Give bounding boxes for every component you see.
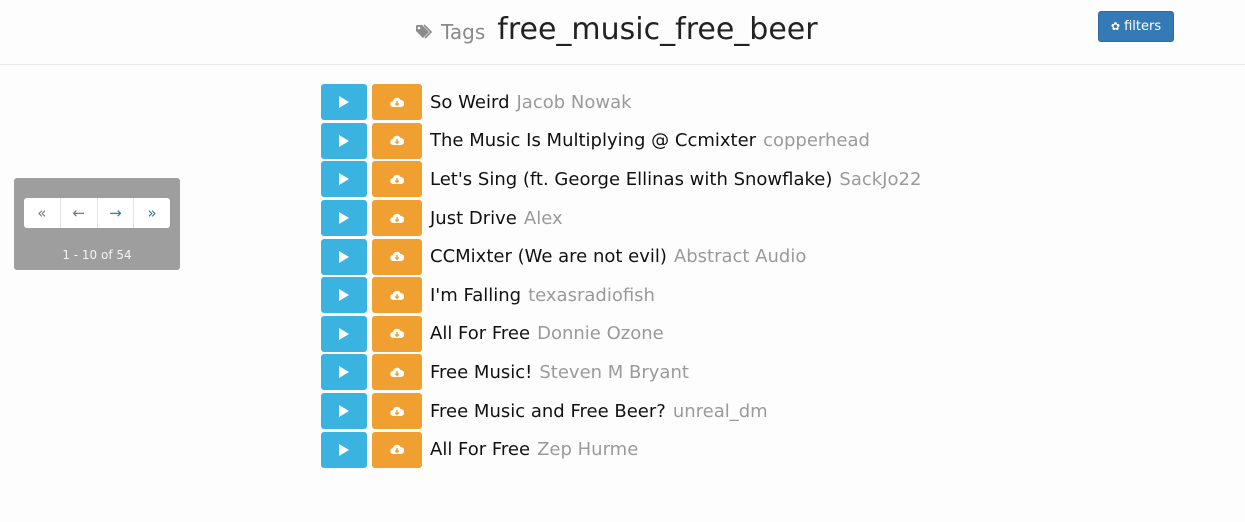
gear-icon: ✿: [1110, 20, 1121, 33]
play-button[interactable]: [321, 393, 367, 430]
play-button[interactable]: [321, 238, 367, 275]
track-artist[interactable]: Abstract Audio: [674, 246, 806, 267]
play-icon: [339, 289, 349, 302]
pagination: « ← → »: [24, 198, 170, 228]
prev-page-button[interactable]: ←: [61, 198, 98, 228]
last-page-button[interactable]: »: [134, 198, 170, 228]
play-button[interactable]: [321, 277, 367, 314]
download-button[interactable]: [372, 122, 422, 159]
play-icon: [339, 212, 349, 225]
download-button[interactable]: [372, 431, 422, 468]
cloud-download-icon: [390, 406, 404, 416]
track-row: So Weird Jacob Nowak: [321, 83, 1201, 122]
track-artist[interactable]: Alex: [524, 208, 563, 229]
cloud-download-icon: [390, 174, 404, 184]
track-row: CCMixter (We are not evil) Abstract Audio: [321, 237, 1201, 276]
play-icon: [339, 443, 349, 456]
track-artist[interactable]: Zep Hurme: [537, 439, 638, 460]
track-artist[interactable]: Jacob Nowak: [517, 92, 632, 113]
track-artist[interactable]: Donnie Ozone: [537, 323, 664, 344]
tag-name: free_music_free_beer: [497, 12, 818, 47]
track-title[interactable]: CCMixter (We are not evil): [430, 246, 667, 267]
track-row: Free Music! Steven M Bryant: [321, 353, 1201, 392]
track-row: All For Free Donnie Ozone: [321, 315, 1201, 354]
download-button[interactable]: [372, 315, 422, 352]
track-artist[interactable]: Steven M Bryant: [539, 362, 689, 383]
track-row: Free Music and Free Beer? unreal_dm: [321, 392, 1201, 431]
download-button[interactable]: [372, 354, 422, 391]
download-button[interactable]: [372, 84, 422, 121]
pagination-count: 1 - 10 of 54: [62, 248, 132, 262]
filters-label: filters: [1124, 19, 1162, 34]
play-icon: [339, 366, 349, 379]
track-artist[interactable]: SackJo22: [839, 169, 921, 190]
cloud-download-icon: [390, 251, 404, 262]
track-title[interactable]: All For Free: [430, 439, 530, 460]
play-icon: [339, 173, 349, 186]
track-title[interactable]: Free Music and Free Beer?: [430, 401, 666, 422]
cloud-download-icon: [390, 97, 404, 107]
cloud-download-icon: [390, 213, 404, 223]
play-button[interactable]: [321, 315, 367, 352]
track-title[interactable]: Free Music!: [430, 362, 532, 383]
tag-icon: [415, 24, 437, 40]
play-button[interactable]: [321, 200, 367, 237]
cloud-download-icon: [390, 290, 404, 300]
track-row: The Music Is Multiplying @ Ccmixter coppe…: [321, 122, 1201, 161]
play-icon: [339, 134, 349, 147]
track-row: All For Free Zep Hurme: [321, 430, 1201, 469]
track-title[interactable]: All For Free: [430, 323, 530, 344]
play-icon: [339, 96, 349, 109]
tags-label: Tags: [441, 20, 486, 44]
play-icon: [339, 405, 349, 418]
download-button[interactable]: [372, 200, 422, 237]
track-title[interactable]: Let's Sing (ft. George Ellinas with Snow…: [430, 169, 832, 190]
cloud-download-icon: [390, 329, 404, 339]
cloud-download-icon: [390, 367, 404, 377]
track-row: I'm Falling texasradiofish: [321, 276, 1201, 315]
track-artist[interactable]: unreal_dm: [673, 401, 768, 422]
play-button[interactable]: [321, 161, 367, 198]
page: Tags free_music_free_beer ✿ filters « ← …: [0, 0, 1245, 522]
play-icon: [339, 327, 349, 340]
filters-button[interactable]: ✿ filters: [1098, 11, 1174, 42]
cloud-download-icon: [390, 136, 404, 146]
first-page-button[interactable]: «: [24, 198, 61, 228]
play-button[interactable]: [321, 431, 367, 468]
pagination-panel: « ← → » 1 - 10 of 54: [14, 178, 180, 270]
track-artist[interactable]: texasradiofish: [528, 285, 655, 306]
cloud-download-icon: [390, 444, 404, 455]
download-button[interactable]: [372, 238, 422, 275]
header: Tags free_music_free_beer ✿ filters: [0, 0, 1245, 65]
download-button[interactable]: [372, 161, 422, 198]
download-button[interactable]: [372, 277, 422, 314]
track-list: So Weird Jacob Nowak The Music Is Multiply…: [321, 83, 1201, 469]
download-button[interactable]: [372, 393, 422, 430]
track-title[interactable]: So Weird: [430, 92, 510, 113]
page-title: Tags free_music_free_beer: [415, 12, 818, 47]
track-title[interactable]: I'm Falling: [430, 285, 521, 306]
track-artist[interactable]: copperhead: [763, 130, 870, 151]
play-icon: [339, 250, 349, 263]
play-button[interactable]: [321, 122, 367, 159]
track-title[interactable]: Just Drive: [430, 208, 517, 229]
track-row: Just Drive Alex: [321, 199, 1201, 238]
track-row: Let's Sing (ft. George Ellinas with Snow…: [321, 160, 1201, 199]
track-title[interactable]: The Music Is Multiplying @ Ccmixter: [430, 130, 756, 151]
next-page-button[interactable]: →: [98, 198, 135, 228]
play-button[interactable]: [321, 84, 367, 121]
play-button[interactable]: [321, 354, 367, 391]
